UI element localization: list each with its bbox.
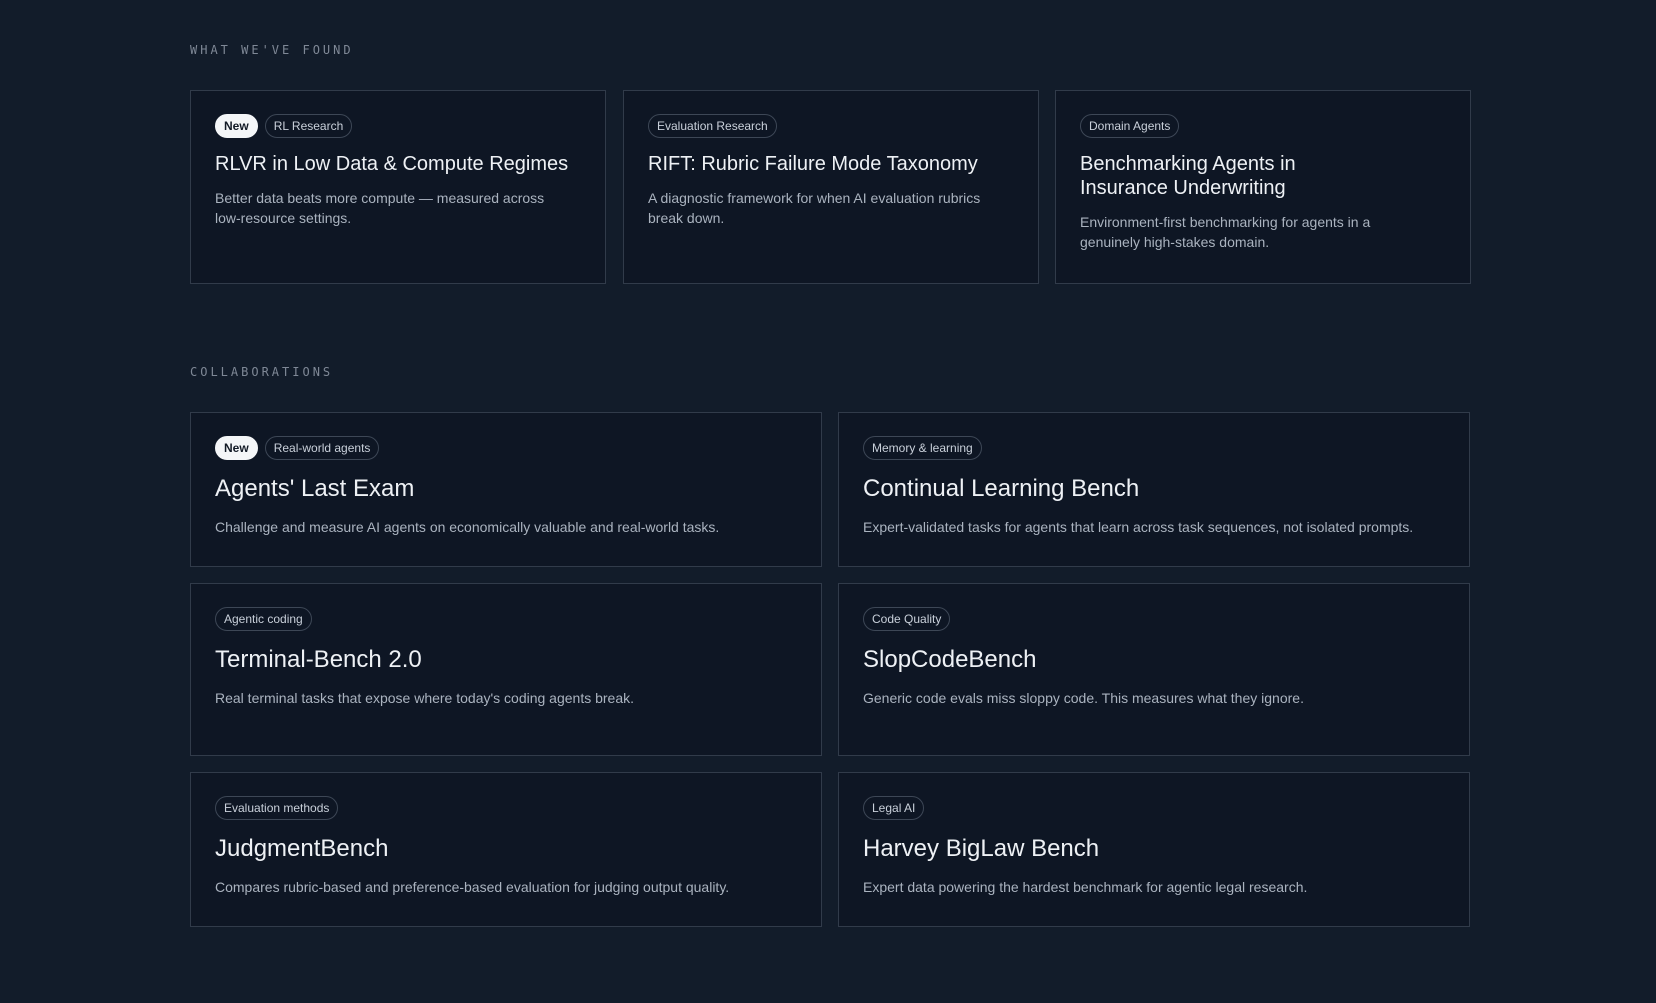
card-title: Benchmarking Agents in Insurance Underwr… [1080,153,1296,199]
tag-list: Agentic coding [215,607,797,631]
card-title: Harvey BigLaw Bench [863,835,1100,862]
card-description: Expert data powering the hardest benchma… [863,879,1308,895]
card-title: Continual Learning Bench [863,475,1140,502]
collab-card-slopcodebench[interactable]: Code Quality SlopCodeBench Generic code … [838,583,1470,756]
section-label-found: WHAT WE'VE FOUND [190,43,354,57]
tag-list: Evaluation Research [648,114,1014,138]
category-tag: Evaluation methods [215,796,339,820]
collab-card-judgmentbench[interactable]: Evaluation methods JudgmentBench Compare… [190,772,822,927]
new-badge: New [215,114,258,138]
research-card-insurance[interactable]: Domain Agents Benchmarking Agents in Ins… [1055,90,1471,284]
card-description: Challenge and measure AI agents on econo… [215,519,720,535]
tag-list: Legal AI [863,796,1445,820]
card-description: A diagnostic framework for when AI evalu… [648,190,981,226]
card-description: Environment-first benchmarking for agent… [1080,214,1371,250]
category-tag: Memory & learning [863,436,982,460]
tag-list: Domain Agents [1080,114,1446,138]
tag-list: Memory & learning [863,436,1445,460]
card-description: Expert-validated tasks for agents that l… [863,519,1414,535]
card-description: Compares rubric-based and preference-bas… [215,879,730,895]
collab-card-harvey-biglaw[interactable]: Legal AI Harvey BigLaw Bench Expert data… [838,772,1470,927]
new-badge: New [215,436,258,460]
card-description: Better data beats more compute — measure… [215,190,545,226]
collab-card-continual-learning[interactable]: Memory & learning Continual Learning Ben… [838,412,1470,567]
card-title: Agents' Last Exam [215,475,415,502]
card-title: SlopCodeBench [863,646,1037,673]
category-tag: Domain Agents [1080,114,1180,138]
card-title: RIFT: Rubric Failure Mode Taxonomy [648,153,978,175]
research-card-rlvr[interactable]: New RL Research RLVR in Low Data & Compu… [190,90,606,284]
collab-card-agents-last-exam[interactable]: New Real-world agents Agents' Last Exam … [190,412,822,567]
card-description: Real terminal tasks that expose where to… [215,690,635,706]
category-tag: Evaluation Research [648,114,777,138]
category-tag: Legal AI [863,796,925,820]
page: WHAT WE'VE FOUND New RL Research RLVR in… [0,0,1656,1003]
collab-card-terminal-bench[interactable]: Agentic coding Terminal-Bench 2.0 Real t… [190,583,822,756]
card-title: RLVR in Low Data & Compute Regimes [215,153,569,175]
card-description: Generic code evals miss sloppy code. Thi… [863,690,1304,706]
card-title: Terminal-Bench 2.0 [215,646,422,673]
category-tag: Real-world agents [264,436,380,460]
category-tag: Code Quality [863,607,951,631]
tag-list: New RL Research [215,114,581,138]
section-label-collaborations: COLLABORATIONS [190,365,334,379]
card-title: JudgmentBench [215,835,389,862]
tag-list: Evaluation methods [215,796,797,820]
tag-list: New Real-world agents [215,436,797,460]
tag-list: Code Quality [863,607,1445,631]
research-card-rift[interactable]: Evaluation Research RIFT: Rubric Failure… [623,90,1039,284]
category-tag: RL Research [264,114,353,138]
category-tag: Agentic coding [215,607,312,631]
